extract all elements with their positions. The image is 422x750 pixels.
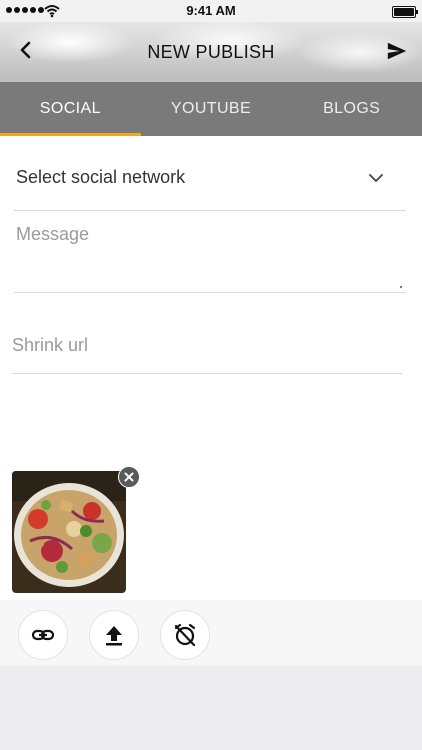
tab-social[interactable]: SOCIAL [0, 82, 141, 136]
shrink-url-field[interactable]: Shrink url [12, 325, 402, 374]
status-time: 9:41 AM [186, 3, 236, 18]
tab-label: SOCIAL [39, 100, 101, 117]
tab-bar: SOCIAL YOUTUBE BLOGS [0, 82, 422, 136]
chevron-down-icon [369, 174, 383, 182]
message-field[interactable]: Message [14, 214, 406, 293]
add-link-button[interactable] [18, 610, 68, 660]
link-icon [31, 629, 55, 641]
active-tab-indicator [0, 133, 141, 136]
tab-label: BLOGS [323, 100, 381, 117]
tab-blogs[interactable]: BLOGS [281, 82, 422, 136]
send-icon[interactable] [386, 40, 408, 62]
action-toolbar [0, 600, 422, 666]
message-placeholder: Message [16, 224, 90, 244]
battery-icon [392, 6, 418, 18]
status-bar: 9:41 AM [0, 0, 422, 22]
header-bar: NEW PUBLISH [0, 22, 422, 82]
page-title: NEW PUBLISH [147, 42, 275, 62]
social-network-select-label: Select social network [16, 167, 186, 187]
tab-label: YOUTUBE [170, 100, 252, 117]
food-salad-photo [12, 471, 126, 593]
shrink-url-placeholder: Shrink url [12, 335, 89, 355]
close-icon [124, 472, 134, 482]
remove-attachment-button[interactable] [118, 466, 140, 488]
social-network-select[interactable]: Select social network [14, 150, 406, 211]
resize-handle[interactable] [400, 286, 402, 288]
tab-youtube[interactable]: YOUTUBE [141, 82, 282, 136]
schedule-button[interactable] [160, 610, 210, 660]
upload-button[interactable] [89, 610, 139, 660]
attachment-thumbnail[interactable] [8, 467, 130, 597]
alarm-off-icon [174, 623, 196, 647]
upload-icon [106, 626, 122, 646]
bottom-area [0, 666, 422, 750]
